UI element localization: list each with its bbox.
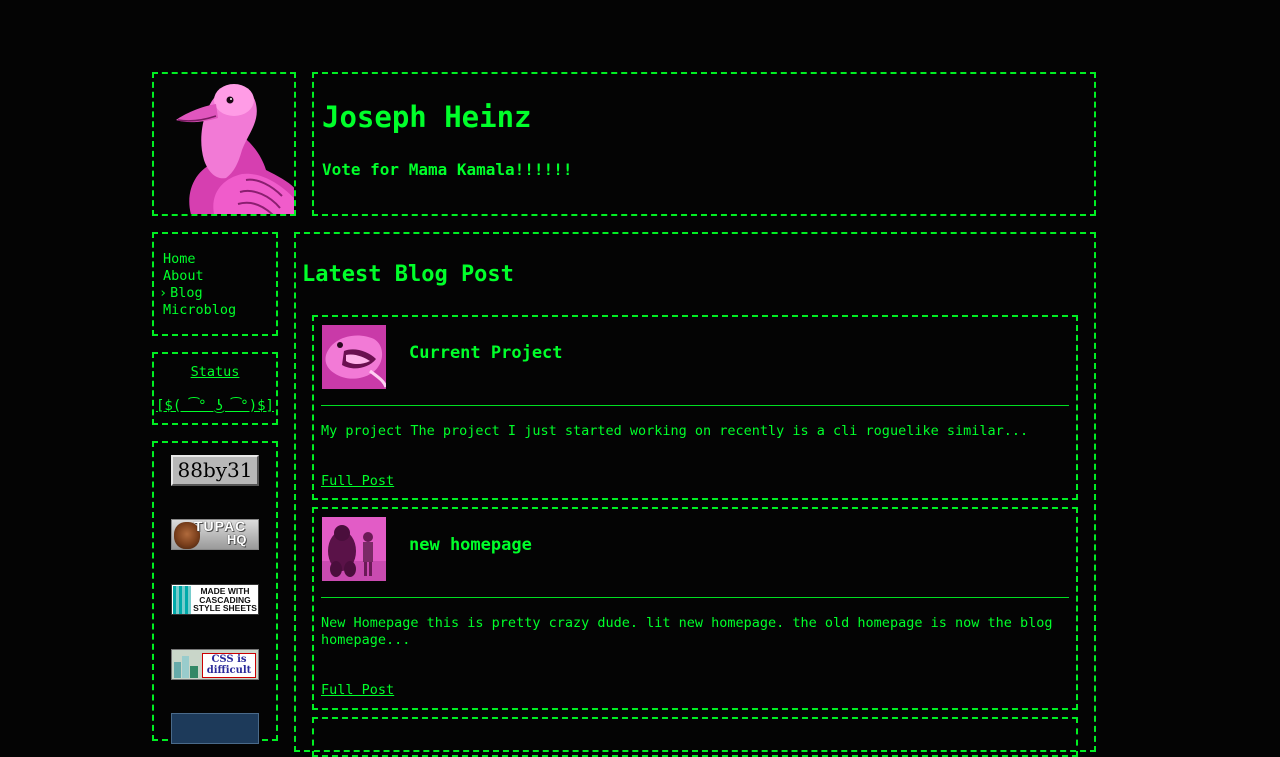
badge-css-is-difficult[interactable]: CSS is difficult	[171, 649, 259, 680]
nav-item-blog[interactable]: Blog	[163, 285, 236, 302]
site-header: Joseph Heinz Vote for Mama Kamala!!!!!!	[312, 72, 1096, 216]
post-divider	[321, 597, 1069, 598]
post-excerpt: New Homepage this is pretty crazy dude. …	[321, 615, 1053, 648]
badge-made-with-css[interactable]: MADE WITH CASCADING STYLE SHEETS	[171, 584, 259, 615]
status-face: [$( ͡° ͜ʖ ͡°)$]	[156, 398, 274, 414]
sidebar-nav: Home About Blog Microblog	[152, 232, 278, 336]
bars-icon	[174, 652, 200, 678]
badge-difficult-text: CSS is difficult	[202, 653, 256, 678]
blog-post-card	[312, 717, 1078, 757]
post-divider	[321, 405, 1069, 406]
badge-partial[interactable]	[171, 713, 259, 744]
badge-css-text: MADE WITH CASCADING STYLE SHEETS	[193, 586, 257, 613]
badge-88by31-label: 88by31	[177, 458, 253, 482]
badge-tupac-line2: HQ	[227, 532, 247, 547]
nav-item-microblog[interactable]: Microblog	[163, 302, 236, 319]
fish-icon	[322, 325, 386, 389]
blog-post-card: new homepage New Homepage this is pretty…	[312, 507, 1078, 710]
site-title: Joseph Heinz	[322, 100, 532, 134]
post-title: Current Project	[409, 343, 563, 363]
badge-88by31[interactable]: 88by31	[171, 455, 259, 486]
blog-post-card: Current Project My project The project I…	[312, 315, 1078, 500]
status-link[interactable]: Status	[154, 364, 276, 380]
site-tagline: Vote for Mama Kamala!!!!!!	[322, 160, 573, 179]
main-content: Latest Blog Post Current Project My proj…	[294, 232, 1096, 757]
nav-item-home[interactable]: Home	[163, 251, 236, 268]
badge-tupac-hq[interactable]: TUPAC HQ	[171, 519, 259, 550]
post-title: new homepage	[409, 535, 532, 555]
nav-list: Home About Blog Microblog	[163, 251, 236, 319]
badge-panel: 88by31 TUPAC HQ MADE WITH CASCADING STYL…	[152, 441, 278, 744]
nav-item-about[interactable]: About	[163, 268, 236, 285]
post-excerpt: My project The project I just started wo…	[321, 423, 1029, 439]
full-post-link[interactable]: Full Post	[321, 682, 394, 698]
full-post-link[interactable]: Full Post	[321, 473, 394, 489]
css-grid-icon	[173, 586, 191, 614]
avatar	[152, 72, 296, 216]
gorilla-icon	[322, 517, 386, 581]
status-panel: Status [$( ͡° ͜ʖ ͡°)$]	[152, 352, 278, 425]
main-heading: Latest Blog Post	[302, 262, 514, 287]
pink-duck-icon	[154, 74, 294, 214]
